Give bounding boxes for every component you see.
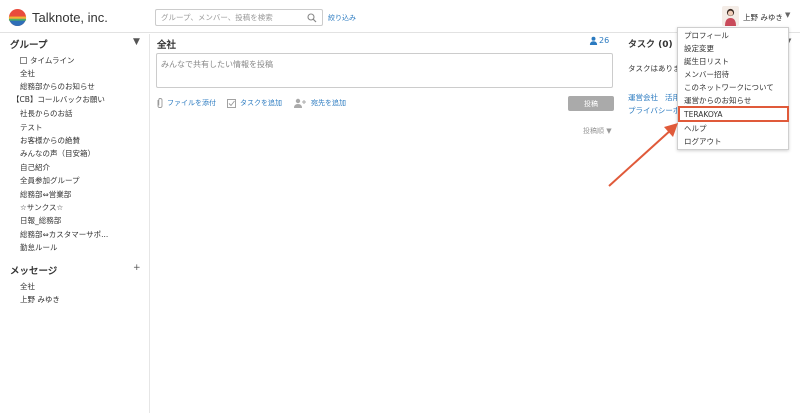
search-icon[interactable] — [307, 13, 317, 23]
sidebar-item-group[interactable]: 勤怠ルール — [20, 242, 58, 253]
menu-item-birthdays[interactable]: 誕生日リスト — [684, 56, 729, 67]
post-composer[interactable] — [156, 53, 613, 88]
task-panel-title: タスク (0) — [628, 40, 673, 50]
user-photo-icon — [722, 6, 739, 26]
members-icon — [589, 36, 598, 45]
add-task-label: タスクを追加 — [240, 99, 282, 107]
task-empty-message: タスクはありま — [628, 64, 681, 73]
user-menu-caret-icon[interactable]: ▼ — [785, 11, 790, 19]
post-button[interactable]: 投稿 — [568, 96, 614, 111]
menu-item-announcements[interactable]: 運営からのお知らせ — [684, 95, 751, 106]
attach-file-label: ファイルを添付 — [167, 99, 216, 107]
privacy-link[interactable]: プライバシーポ — [628, 105, 680, 116]
sidebar-item-group[interactable]: テスト — [20, 122, 43, 133]
menu-item-about-network[interactable]: このネットワークについて — [684, 82, 774, 93]
sidebar-item-label: タイムライン — [30, 56, 75, 65]
add-recipient-label: 宛先を追加 — [311, 99, 346, 107]
menu-item-profile[interactable]: プロフィール — [684, 30, 729, 41]
search-box[interactable] — [155, 9, 323, 26]
sidebar-item-group[interactable]: 【CB】コールバックお願い — [12, 94, 105, 105]
paperclip-icon — [157, 98, 163, 108]
groups-collapse-icon[interactable]: ▼ — [133, 37, 140, 47]
sidebar-item-group[interactable]: お客様からの絶賛 — [20, 135, 80, 146]
company-link[interactable]: 運営会社 — [628, 92, 658, 103]
add-task-button[interactable]: タスクを追加 — [227, 98, 282, 108]
sidebar-item-message[interactable]: 上野 みゆき — [20, 294, 60, 305]
add-message-icon[interactable]: + — [133, 263, 141, 273]
messages-section-title: メッセージ — [10, 266, 58, 277]
sidebar-item-message[interactable]: 全社 — [20, 281, 35, 292]
post-input[interactable] — [157, 54, 612, 87]
page-title: 全社 — [157, 40, 177, 51]
sidebar-item-group[interactable]: 総務部からのお知らせ — [20, 81, 95, 92]
logo-text: Talknote, inc. — [32, 9, 108, 25]
sidebar-item-group[interactable]: ☆サンクス☆ — [20, 202, 63, 213]
member-count[interactable]: 26 — [589, 36, 609, 45]
sidebar-item-group[interactable]: 自己紹介 — [20, 162, 50, 173]
attach-file-button[interactable]: ファイルを添付 — [157, 98, 216, 108]
add-person-icon — [294, 98, 306, 108]
sidebar: グループ ▼ タイムライン 全社 総務部からのお知らせ 【CB】コールバックお願… — [0, 34, 150, 413]
member-count-value: 26 — [599, 36, 610, 45]
menu-item-logout[interactable]: ログアウト — [684, 136, 722, 147]
sidebar-item-group[interactable]: みんなの声（目安箱） — [20, 148, 95, 159]
logo[interactable]: Talknote, inc. — [8, 7, 108, 27]
talknote-logo-icon — [8, 8, 27, 26]
menu-item-settings[interactable]: 設定変更 — [684, 43, 714, 54]
groups-section-title: グループ — [10, 40, 48, 51]
terakoya-highlight-box — [678, 106, 789, 122]
sidebar-item-group[interactable]: 日報_総務部 — [20, 215, 61, 226]
sidebar-item-group[interactable]: 総務部⇔営業部 — [20, 189, 71, 200]
menu-item-help[interactable]: ヘルプ — [684, 123, 707, 134]
sidebar-item-group[interactable]: 全員参加グループ — [20, 175, 80, 186]
filter-link[interactable]: 絞り込み — [328, 13, 356, 23]
sort-order-dropdown[interactable]: 投稿順 ▼ — [583, 126, 612, 136]
checkbox-icon — [227, 98, 236, 108]
user-dropdown-menu: プロフィール 設定変更 誕生日リスト メンバー招待 このネットワークについて 運… — [677, 27, 789, 150]
sidebar-item-group[interactable]: 全社 — [20, 68, 35, 79]
sidebar-item-group[interactable]: 社長からのお話 — [20, 108, 73, 119]
menu-item-invite[interactable]: メンバー招待 — [684, 69, 729, 80]
sidebar-item-group[interactable]: 総務部⇔カスタマーサポ... — [20, 229, 108, 240]
user-name[interactable]: 上野 みゆき — [743, 12, 783, 23]
search-input[interactable] — [156, 10, 306, 25]
sidebar-item-timeline[interactable]: タイムライン — [20, 55, 74, 66]
timeline-icon — [20, 57, 27, 64]
add-recipient-button[interactable]: 宛先を追加 — [293, 98, 346, 108]
avatar[interactable] — [722, 6, 739, 26]
